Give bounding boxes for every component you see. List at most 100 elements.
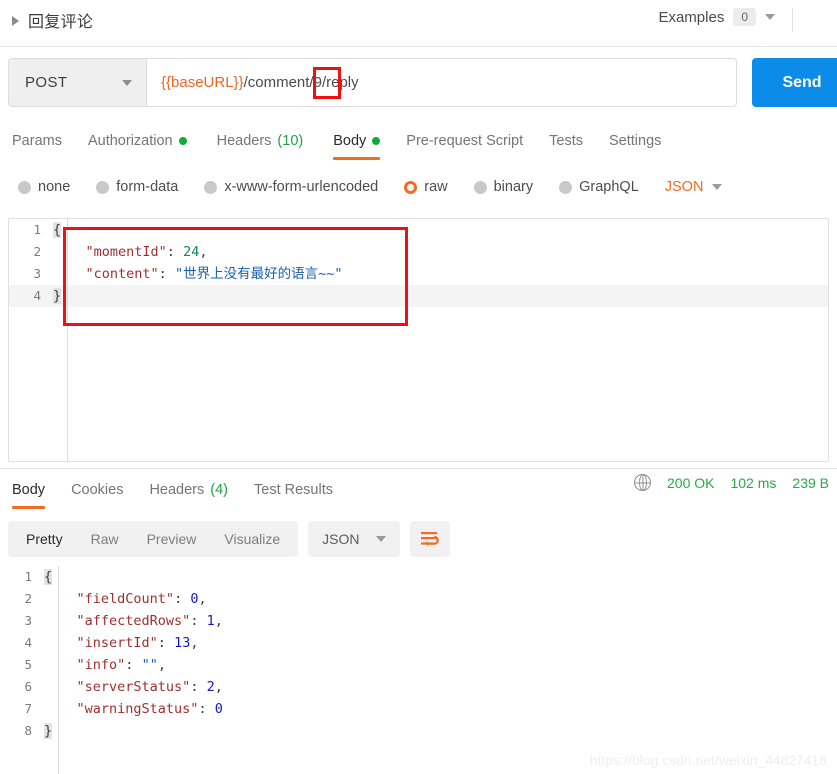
- active-tab-underline: [333, 157, 381, 160]
- radio-button[interactable]: [473, 180, 487, 194]
- request-title-group: 回复评论: [12, 8, 93, 32]
- body-type-graphql[interactable]: GraphQL: [559, 179, 639, 195]
- tab-label: Test Results: [254, 482, 333, 498]
- response-code-area[interactable]: 1{2 "fieldCount": 0, 3 "affectedRows": 1,…: [0, 566, 837, 774]
- code-text[interactable]: "info": "",: [44, 654, 166, 676]
- line-number: 1: [24, 569, 32, 584]
- request-tab-headers[interactable]: Headers (10): [217, 122, 304, 160]
- body-type-form-data[interactable]: form-data: [96, 179, 178, 195]
- code-line: 3 "content": "世界上没有最好的语言~~": [9, 263, 828, 285]
- response-view-pretty[interactable]: Pretty: [12, 525, 77, 553]
- radio-button[interactable]: [96, 180, 110, 194]
- tab-label: Body: [333, 133, 367, 149]
- code-text[interactable]: }: [44, 720, 53, 742]
- code-token: "fieldCount": [76, 591, 175, 607]
- code-text[interactable]: "serverStatus": 2,: [44, 676, 223, 698]
- response-format-select[interactable]: JSON: [308, 521, 400, 557]
- body-type-label: none: [38, 179, 71, 195]
- http-method-select[interactable]: POST: [9, 59, 147, 106]
- code-text[interactable]: "momentId": 24,: [53, 241, 208, 263]
- examples-count-badge: 0: [733, 8, 756, 26]
- response-view-visualize[interactable]: Visualize: [210, 525, 294, 553]
- header-divider: [792, 8, 793, 32]
- code-text[interactable]: {: [44, 566, 53, 588]
- line-number: 4: [24, 635, 32, 650]
- chevron-down-icon[interactable]: [765, 14, 775, 20]
- page-title: 回复评论: [28, 14, 94, 31]
- body-type-x-www-form-urlencoded[interactable]: x-www-form-urlencoded: [204, 179, 378, 195]
- body-type-label: x-www-form-urlencoded: [224, 179, 379, 195]
- code-text[interactable]: "fieldCount": 0,: [44, 588, 207, 610]
- word-wrap-icon: [420, 532, 439, 546]
- body-type-raw[interactable]: raw: [404, 179, 448, 195]
- raw-format-select[interactable]: JSON: [665, 179, 723, 195]
- postman-request-window: 回复评论 Examples 0 POST {{baseURL}}/comment…: [0, 0, 837, 774]
- chevron-down-icon[interactable]: [375, 536, 386, 542]
- radio-button[interactable]: [204, 180, 218, 194]
- response-view-raw[interactable]: Raw: [77, 525, 133, 553]
- word-wrap-toggle[interactable]: [409, 521, 450, 557]
- triangle-right-icon[interactable]: [12, 15, 19, 26]
- code-text[interactable]: "warningStatus": 0: [44, 698, 223, 720]
- request-tab-body[interactable]: Body: [333, 122, 381, 160]
- radio-button[interactable]: [559, 180, 573, 194]
- response-tab-body[interactable]: Body: [12, 471, 46, 509]
- line-number: 6: [24, 679, 32, 694]
- code-token: 1: [206, 613, 215, 629]
- request-code-area[interactable]: 1{2 "momentId": 24, 3 "content": "世界上没有最好…: [9, 219, 828, 461]
- code-text[interactable]: "content": "世界上没有最好的语言~~": [53, 263, 343, 285]
- header-bottom-border: [0, 46, 837, 47]
- line-number: 7: [24, 701, 32, 716]
- code-token: 2: [206, 679, 215, 695]
- request-tab-pre-request-script[interactable]: Pre-request Script: [406, 122, 523, 160]
- code-text[interactable]: "insertId": 13,: [44, 632, 199, 654]
- request-tab-authorization[interactable]: Authorization: [88, 122, 187, 160]
- send-button[interactable]: Send: [752, 58, 837, 107]
- code-text[interactable]: }: [53, 285, 62, 307]
- code-token: 24: [183, 244, 200, 260]
- body-type-binary[interactable]: binary: [473, 179, 534, 195]
- chevron-down-icon[interactable]: [122, 79, 132, 86]
- code-token: "momentId": [85, 244, 167, 260]
- url-path-text: /comment/9/reply: [243, 74, 359, 91]
- raw-format-label: JSON: [664, 179, 704, 195]
- body-type-none[interactable]: none: [18, 179, 70, 195]
- request-body-editor[interactable]: 1{2 "momentId": 24, 3 "content": "世界上没有最好…: [8, 218, 829, 462]
- response-tab-test-results[interactable]: Test Results: [254, 471, 333, 509]
- http-method-label: POST: [25, 74, 68, 91]
- request-tab-tests[interactable]: Tests: [549, 122, 583, 160]
- line-number: 3: [33, 266, 41, 281]
- code-token: "insertId": [76, 635, 158, 651]
- response-view-preview[interactable]: Preview: [133, 525, 211, 553]
- line-number: 5: [24, 657, 32, 672]
- code-token: :: [166, 244, 184, 260]
- response-tab-cookies[interactable]: Cookies: [71, 471, 123, 509]
- code-text[interactable]: {: [53, 219, 62, 241]
- tab-label: Body: [12, 482, 46, 498]
- request-tab-settings[interactable]: Settings: [609, 122, 661, 160]
- chevron-down-icon[interactable]: [712, 184, 723, 190]
- code-text[interactable]: "affectedRows": 1,: [44, 610, 223, 632]
- response-body-panel[interactable]: 1{2 "fieldCount": 0, 3 "affectedRows": 1,…: [0, 566, 837, 774]
- code-line: 5 "info": "",: [0, 654, 837, 676]
- code-token: :: [158, 266, 175, 282]
- body-type-label: binary: [493, 179, 534, 195]
- url-input[interactable]: {{baseURL}}/comment/9/reply: [147, 59, 736, 106]
- code-token: "content": [85, 266, 159, 282]
- examples-group[interactable]: Examples 0: [658, 8, 775, 26]
- code-token: ,: [214, 613, 223, 629]
- body-type-label: raw: [424, 179, 448, 195]
- request-tab-params[interactable]: Params: [12, 122, 62, 160]
- response-tab-headers[interactable]: Headers (4): [149, 471, 228, 509]
- radio-button[interactable]: [18, 180, 31, 194]
- radio-button[interactable]: [404, 180, 418, 194]
- code-token: 13: [174, 635, 191, 651]
- line-number: 4: [33, 288, 41, 303]
- response-top-divider: [0, 468, 837, 469]
- line-number: 2: [24, 591, 32, 606]
- code-line: 6 "serverStatus": 2,: [0, 676, 837, 698]
- watermark-text: https://blog.csdn.net/weixin_44827418: [589, 753, 827, 768]
- code-line: 7 "warningStatus": 0: [0, 698, 837, 720]
